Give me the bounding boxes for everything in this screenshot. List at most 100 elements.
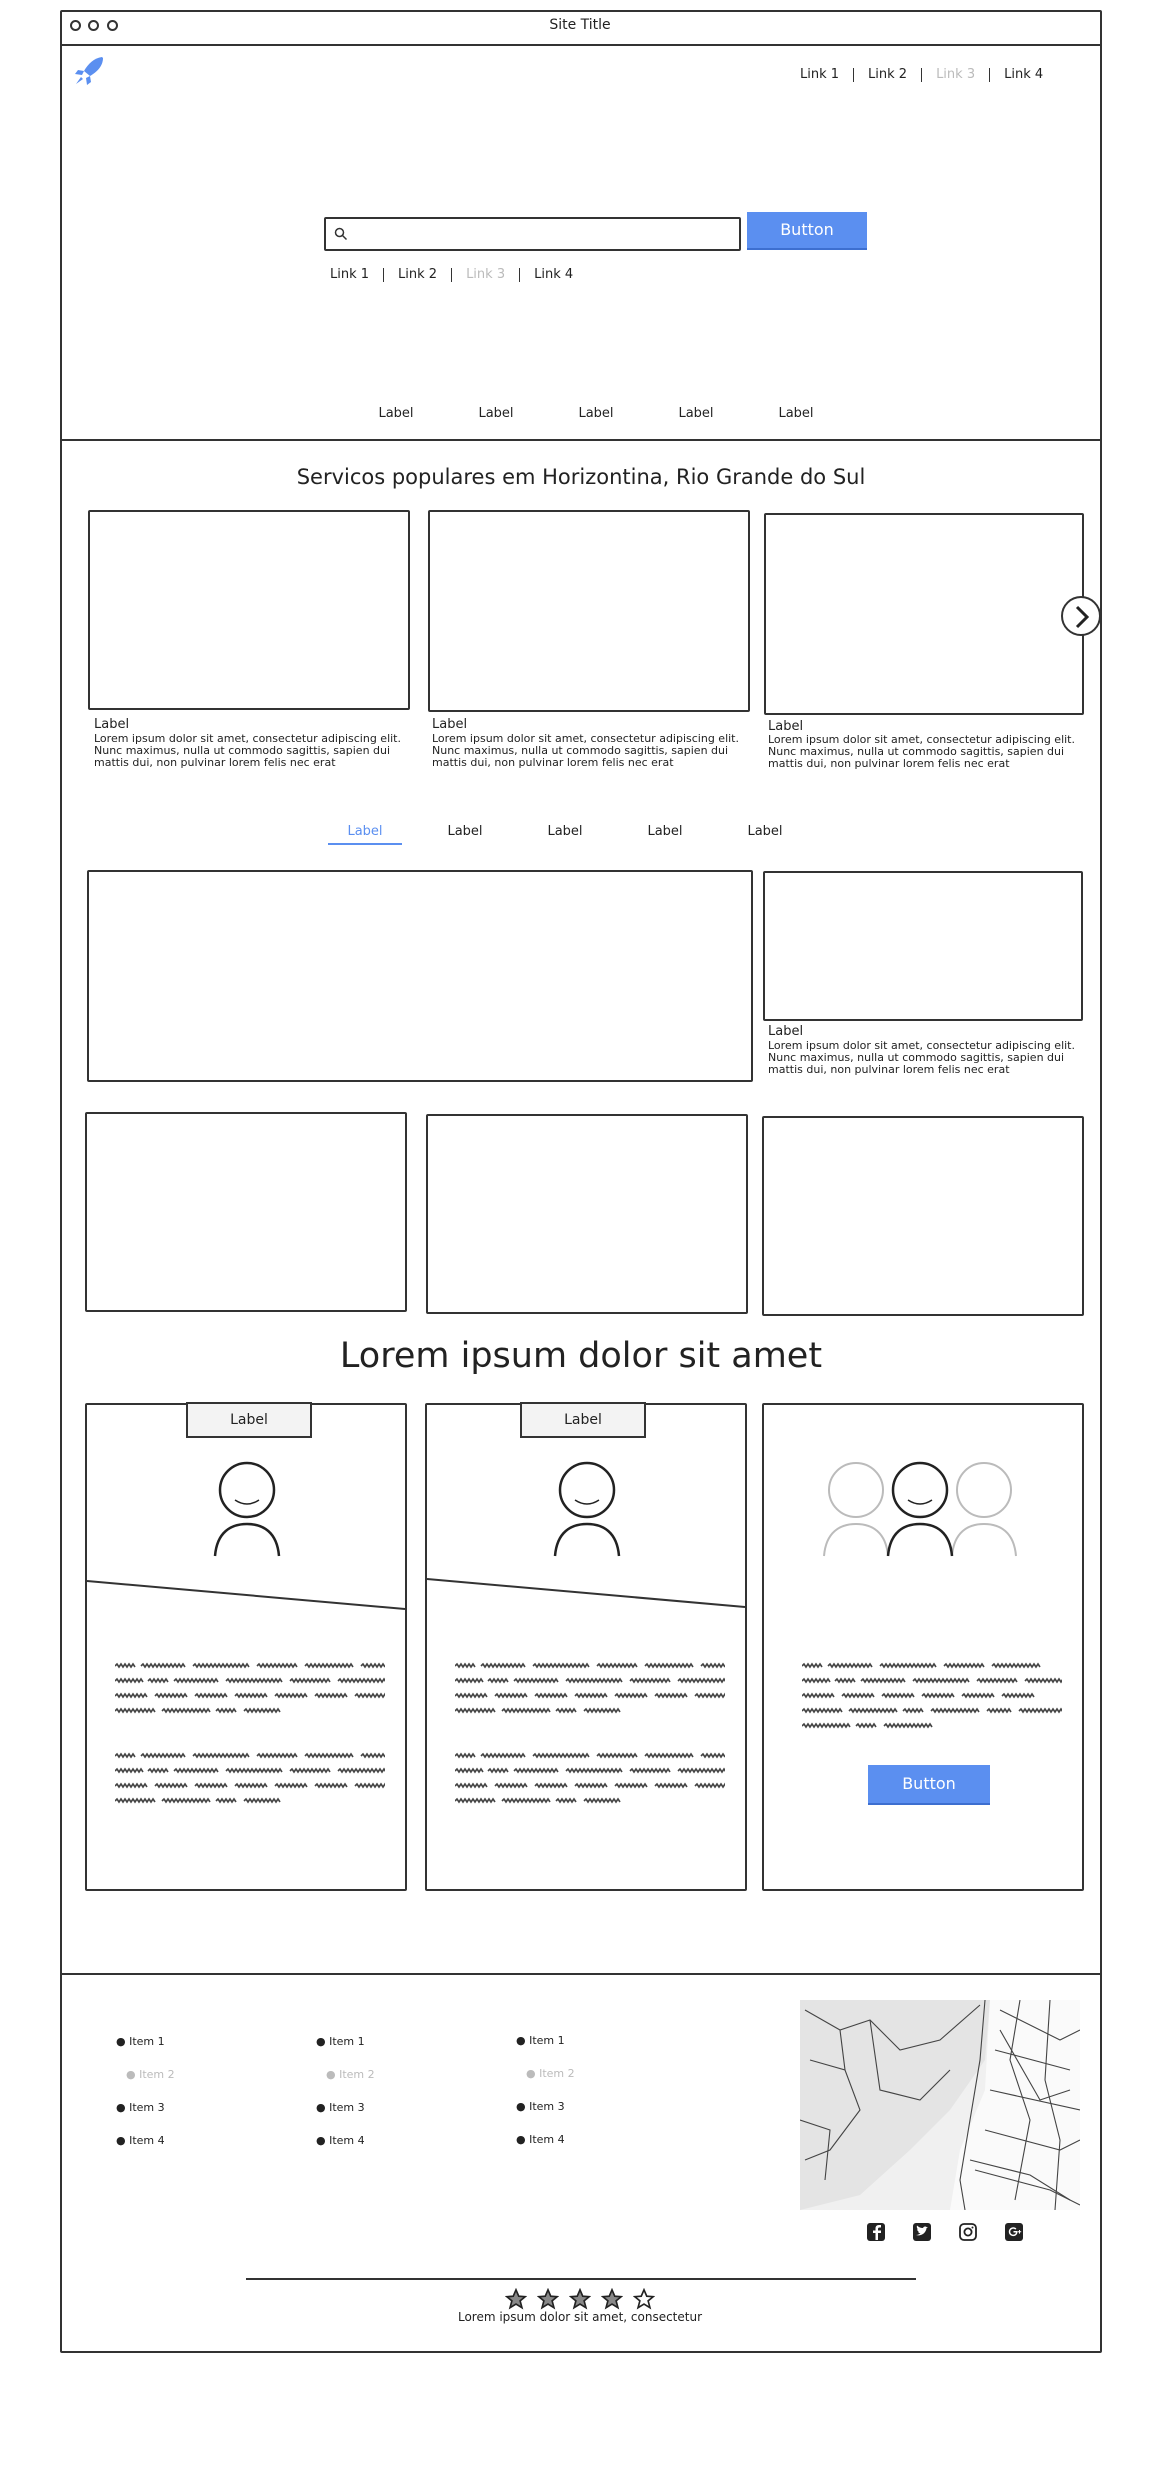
star-icon[interactable] xyxy=(569,2288,591,2310)
placeholder-word xyxy=(677,1677,725,1684)
placeholder-text-block xyxy=(802,1662,1062,1729)
hero-link-3[interactable]: Link 3 xyxy=(452,268,521,282)
content-tab-1[interactable]: Label xyxy=(315,824,415,839)
placeholder-text-block xyxy=(455,1752,725,1804)
search-input[interactable] xyxy=(324,217,741,251)
grid-image-3[interactable] xyxy=(762,1116,1084,1316)
placeholder-word xyxy=(501,1707,551,1714)
placeholder-text-block xyxy=(455,1662,725,1714)
footer-list-2-item-4[interactable]: ● Item 4 xyxy=(316,2135,365,2147)
placeholder-text-block xyxy=(115,1662,385,1714)
footer-list-1-item-1[interactable]: ● Item 1 xyxy=(116,2036,165,2048)
team-card-badge-1: Label xyxy=(186,1402,312,1438)
placeholder-word xyxy=(654,1692,688,1699)
google-plus-icon[interactable] xyxy=(1004,2222,1024,2242)
footer-list-1-item-3[interactable]: ● Item 3 xyxy=(116,2102,165,2114)
footer-list-2-item-2[interactable]: ● Item 2 xyxy=(326,2069,375,2081)
content-tab-4[interactable]: Label xyxy=(615,824,715,839)
team-card-1 xyxy=(85,1403,407,1891)
placeholder-word xyxy=(694,1692,725,1699)
hero-tab-3[interactable]: Label xyxy=(546,406,646,421)
placeholder-word xyxy=(513,1677,559,1684)
placeholder-word xyxy=(147,1767,169,1774)
placeholder-word xyxy=(234,1782,268,1789)
header-nav: Link 1 Link 2 Link 3 Link 4 xyxy=(786,68,1057,82)
star-icon[interactable] xyxy=(633,2288,655,2310)
rocket-icon[interactable] xyxy=(72,54,108,88)
placeholder-word xyxy=(115,1662,136,1669)
placeholder-word xyxy=(147,1677,169,1684)
placeholder-word xyxy=(234,1692,268,1699)
hero-tab-1[interactable]: Label xyxy=(346,406,446,421)
popular-card-image-2[interactable] xyxy=(428,510,750,712)
placeholder-word xyxy=(881,1692,915,1699)
carousel-next-button[interactable] xyxy=(1061,596,1101,636)
placeholder-word xyxy=(583,1707,621,1714)
placeholder-word xyxy=(532,1752,590,1759)
placeholder-word xyxy=(140,1662,186,1669)
placeholder-word xyxy=(860,1677,906,1684)
map[interactable] xyxy=(800,2000,1080,2210)
star-icon[interactable] xyxy=(537,2288,559,2310)
footer-list-2-item-3[interactable]: ● Item 3 xyxy=(316,2102,365,2114)
star-icon[interactable] xyxy=(601,2288,623,2310)
hero-link-2[interactable]: Link 2 xyxy=(384,268,453,282)
placeholder-word xyxy=(555,1797,577,1804)
placeholder-word xyxy=(455,1782,488,1789)
content-tab-5[interactable]: Label xyxy=(715,824,815,839)
twitter-icon[interactable] xyxy=(912,2222,932,2242)
star-rating[interactable] xyxy=(505,2288,655,2310)
search-button[interactable]: Button xyxy=(747,212,867,250)
placeholder-word xyxy=(225,1677,283,1684)
placeholder-word xyxy=(677,1767,725,1774)
header-link-3[interactable]: Link 3 xyxy=(922,68,991,82)
side-card-label: Label xyxy=(768,1024,804,1039)
grid-image-1[interactable] xyxy=(85,1112,407,1312)
placeholder-word xyxy=(976,1677,1018,1684)
popular-card-image-1[interactable] xyxy=(88,510,410,710)
footer-list-3-item-2[interactable]: ● Item 2 xyxy=(526,2068,575,2080)
hero-tab-2[interactable]: Label xyxy=(446,406,546,421)
search-field[interactable] xyxy=(354,223,728,247)
placeholder-word xyxy=(848,1707,898,1714)
header-link-1[interactable]: Link 1 xyxy=(786,68,855,82)
placeholder-word xyxy=(694,1782,725,1789)
star-icon[interactable] xyxy=(505,2288,527,2310)
placeholder-word xyxy=(532,1662,590,1669)
placeholder-word xyxy=(360,1662,385,1669)
hero-link-4[interactable]: Link 4 xyxy=(520,268,587,282)
footer-list-2-item-1[interactable]: ● Item 1 xyxy=(316,2036,365,2048)
footer-list-3-item-3[interactable]: ● Item 3 xyxy=(516,2101,565,2113)
placeholder-word xyxy=(654,1782,688,1789)
footer-list-1-item-4[interactable]: ● Item 4 xyxy=(116,2135,165,2147)
hero-links: Link 1 Link 2 Link 3 Link 4 xyxy=(316,268,587,282)
footer-list-3-item-4[interactable]: ● Item 4 xyxy=(516,2134,565,2146)
instagram-icon[interactable] xyxy=(958,2222,978,2242)
footer-list-1-item-2[interactable]: ● Item 2 xyxy=(126,2069,175,2081)
placeholder-word xyxy=(487,1767,509,1774)
placeholder-word xyxy=(354,1692,385,1699)
side-card-image[interactable] xyxy=(763,871,1083,1021)
placeholder-word xyxy=(115,1782,148,1789)
placeholder-word xyxy=(115,1707,156,1714)
team-card-button[interactable]: Button xyxy=(868,1765,990,1805)
popular-card-text-1: Lorem ipsum dolor sit amet, consectetur … xyxy=(94,732,401,769)
facebook-icon[interactable] xyxy=(866,2222,886,2242)
header-link-4[interactable]: Link 4 xyxy=(990,68,1057,82)
hero-link-1[interactable]: Link 1 xyxy=(316,268,385,282)
placeholder-word xyxy=(991,1662,1041,1669)
grid-image-2[interactable] xyxy=(426,1114,748,1314)
avatar-icon xyxy=(553,1461,621,1557)
placeholder-word xyxy=(802,1707,843,1714)
header-link-2[interactable]: Link 2 xyxy=(854,68,923,82)
featured-image[interactable] xyxy=(87,870,753,1082)
placeholder-word xyxy=(243,1797,281,1804)
popular-card-image-3[interactable] xyxy=(764,513,1084,715)
hero-tab-5[interactable]: Label xyxy=(746,406,846,421)
placeholder-word xyxy=(480,1752,526,1759)
placeholder-word xyxy=(194,1692,228,1699)
content-tab-3[interactable]: Label xyxy=(515,824,615,839)
content-tab-2[interactable]: Label xyxy=(415,824,515,839)
hero-tab-4[interactable]: Label xyxy=(646,406,746,421)
footer-list-3-item-1[interactable]: ● Item 1 xyxy=(516,2035,565,2047)
